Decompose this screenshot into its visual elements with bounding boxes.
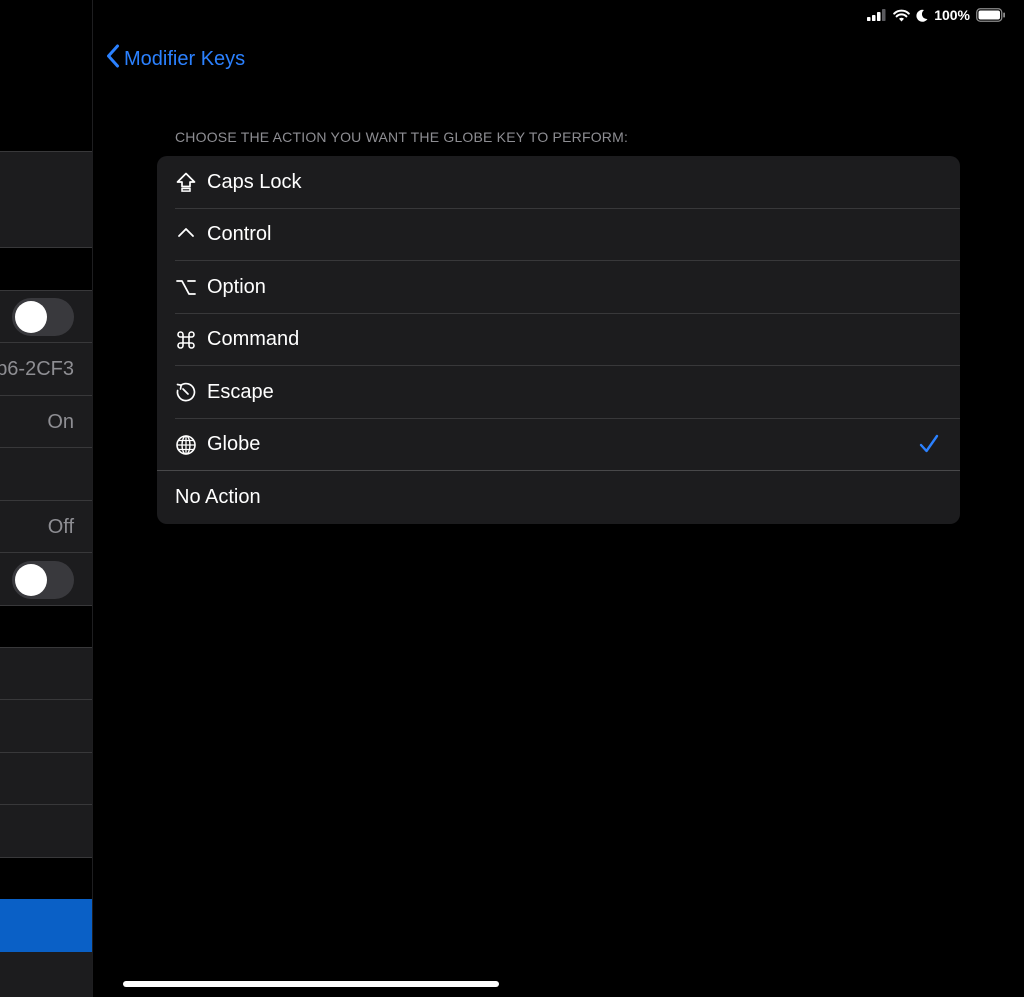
option-label: No Action	[175, 485, 261, 508]
sidebar-cell[interactable]	[0, 952, 92, 997]
home-indicator[interactable]	[123, 981, 499, 987]
status-bar: 100%	[867, 5, 1006, 25]
sidebar-divider	[0, 500, 92, 501]
escape-icon	[174, 380, 198, 404]
sidebar-divider	[0, 552, 92, 553]
option-label: Control	[207, 223, 272, 246]
sidebar-toggle-switch[interactable]	[12, 298, 74, 336]
sidebar-cell[interactable]	[0, 152, 92, 248]
sidebar-divider	[0, 857, 92, 858]
option-label: Globe	[207, 433, 261, 456]
globe-key-options-list: Caps Lock Control Option Command Escape …	[157, 156, 960, 524]
sidebar-item-selected[interactable]	[0, 899, 92, 952]
settings-sidebar: b6-2CF3 On Off	[0, 0, 93, 997]
option-command[interactable]: Command	[157, 314, 960, 366]
battery-percent: 100%	[934, 7, 970, 23]
option-escape[interactable]: Escape	[157, 366, 960, 419]
sidebar-divider	[0, 290, 92, 291]
sidebar-divider	[0, 699, 92, 700]
chevron-left-icon	[106, 44, 120, 74]
sidebar-group	[0, 648, 92, 858]
option-label: Command	[207, 328, 300, 351]
option-label: Caps Lock	[207, 170, 302, 193]
checkmark-icon	[918, 433, 940, 460]
sidebar-divider	[0, 752, 92, 753]
sidebar-divider	[0, 342, 92, 343]
sidebar-device-id: b6-2CF3	[0, 358, 74, 380]
option-option[interactable]: Option	[157, 261, 960, 314]
toggle-knob	[15, 564, 47, 596]
wifi-icon	[893, 9, 910, 22]
option-no-action[interactable]: No Action	[157, 471, 960, 524]
battery-icon	[976, 8, 1006, 22]
command-icon	[174, 328, 198, 352]
sidebar-divider	[0, 151, 92, 152]
sidebar-value-off: Off	[47, 516, 74, 538]
option-label: Option	[207, 275, 266, 298]
control-icon	[174, 223, 198, 247]
caps-lock-icon	[174, 170, 198, 194]
sidebar-divider	[0, 447, 92, 448]
back-button[interactable]: Modifier Keys	[106, 44, 245, 74]
option-icon	[174, 275, 198, 299]
sidebar-divider	[0, 647, 92, 648]
option-caps-lock[interactable]: Caps Lock	[157, 156, 960, 209]
globe-icon	[174, 433, 198, 457]
option-label: Escape	[207, 380, 274, 403]
sidebar-divider	[0, 605, 92, 606]
option-control[interactable]: Control	[157, 209, 960, 261]
sidebar-divider	[0, 247, 92, 248]
sidebar-toggle-switch[interactable]	[12, 561, 74, 599]
back-button-label: Modifier Keys	[124, 47, 246, 70]
option-globe[interactable]: Globe	[157, 419, 960, 471]
sidebar-divider	[0, 395, 92, 396]
section-header: CHOOSE THE ACTION YOU WANT THE GLOBE KEY…	[175, 129, 629, 145]
moon-icon	[916, 9, 928, 22]
signal-icon	[867, 9, 887, 21]
toggle-knob	[15, 301, 47, 333]
sidebar-value-on: On	[47, 411, 74, 433]
sidebar-divider	[0, 804, 92, 805]
sidebar-group	[0, 291, 92, 606]
